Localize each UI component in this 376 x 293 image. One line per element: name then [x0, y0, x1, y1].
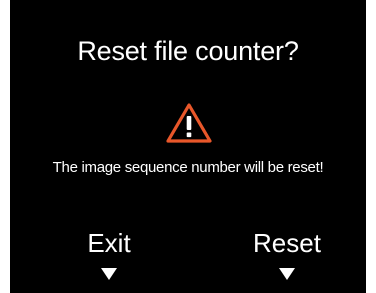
triangle-down-icon: [101, 268, 117, 280]
reset-label: Reset: [253, 228, 321, 258]
dialog-message: The image sequence number will be reset!: [52, 159, 324, 176]
reset-softkey[interactable]: Reset: [227, 226, 347, 280]
exit-softkey[interactable]: Exit: [49, 226, 169, 280]
dialog-title: Reset file counter?: [77, 36, 299, 66]
triangle-down-icon: [279, 268, 295, 280]
warning-triangle-icon: [165, 101, 213, 145]
exit-label: Exit: [87, 228, 131, 258]
camera-lcd-screen: Reset file counter? The image sequence n…: [10, 0, 366, 293]
